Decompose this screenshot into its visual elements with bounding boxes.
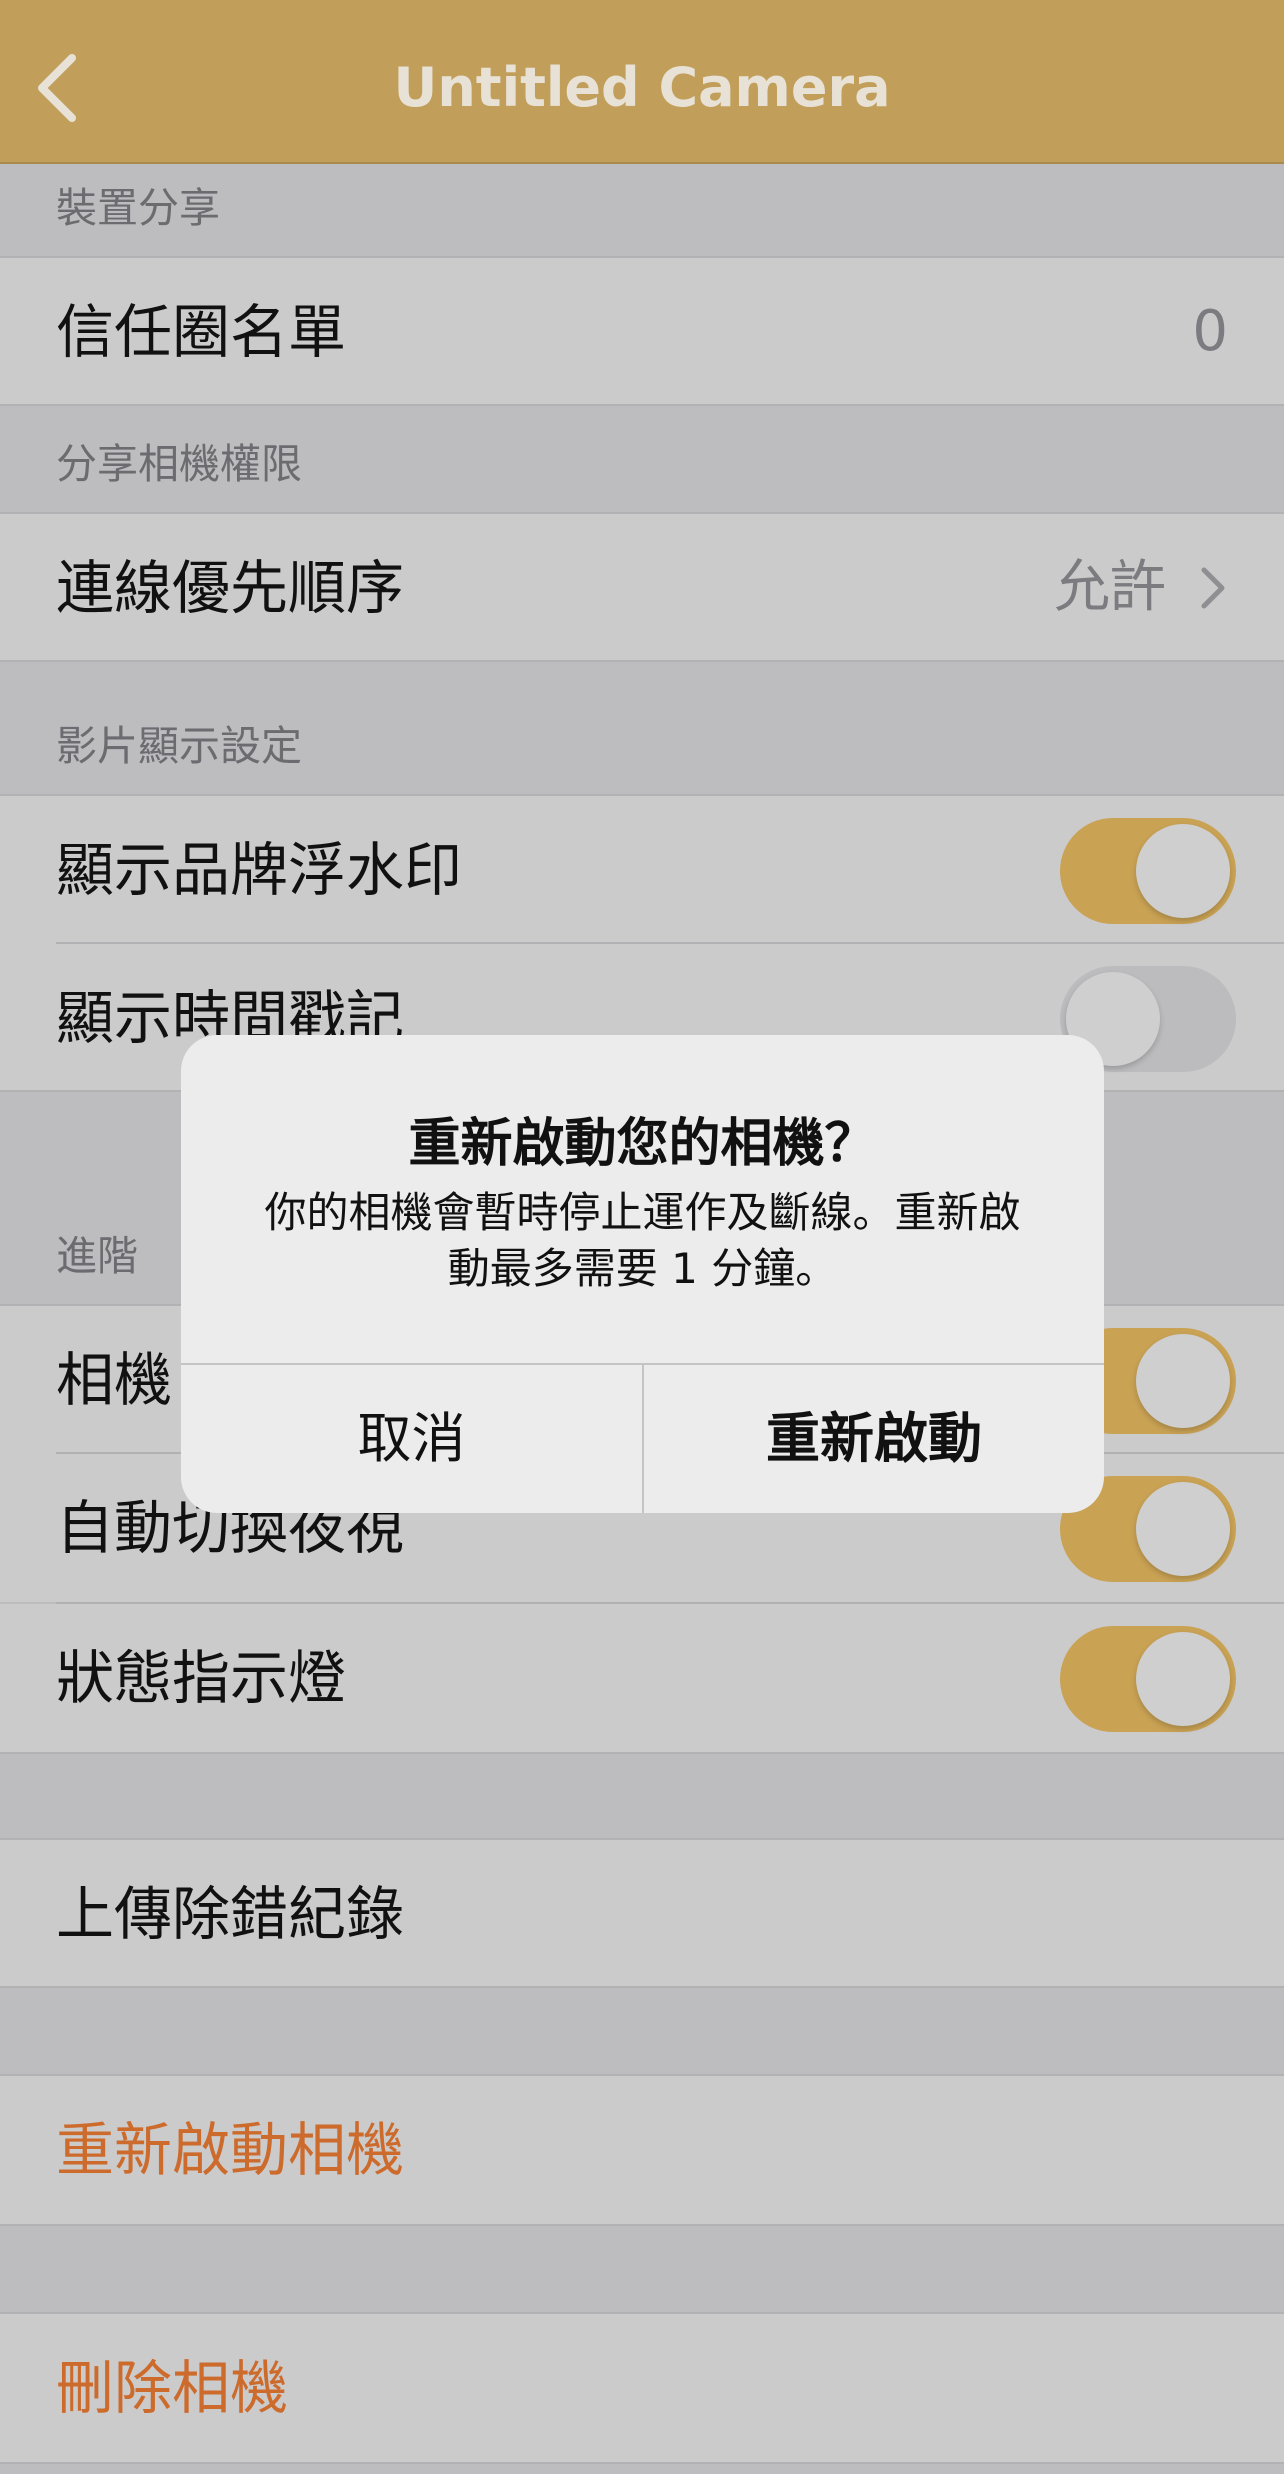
row-label: 刪除相機 xyxy=(56,2354,289,2422)
section-header-device-sharing: 裝置分享 xyxy=(0,164,1284,256)
toggle-knob xyxy=(1136,824,1230,918)
row-label: 顯示品牌浮水印 xyxy=(56,836,463,904)
delete-camera-button[interactable]: 刪除相機 xyxy=(0,2314,1284,2462)
connection-priority-value: 允許 xyxy=(1054,555,1166,620)
dialog-title: 重新啟動您的相機？ xyxy=(408,1114,877,1174)
brand-watermark-toggle[interactable] xyxy=(1060,818,1236,924)
page-title: Untitled Camera xyxy=(393,56,891,119)
divider xyxy=(0,1752,1284,1754)
row-trust-circle[interactable]: 信任圈名單 0 xyxy=(0,258,1284,406)
section-header-share-permissions: 分享相機權限 xyxy=(0,406,1284,512)
row-upload-debug-logs[interactable]: 上傳除錯紀錄 xyxy=(0,1840,1284,1988)
row-label: 狀態指示燈 xyxy=(56,1644,347,1712)
trust-circle-count: 0 xyxy=(1192,299,1228,364)
row-label: 信任圈名單 xyxy=(56,298,347,366)
row-label: 上傳除錯紀錄 xyxy=(56,1880,405,1948)
row-connection-priority[interactable]: 連線優先順序 允許 xyxy=(0,514,1284,662)
toggle-knob xyxy=(1136,1334,1230,1428)
section-header-video-display: 影片顯示設定 xyxy=(0,662,1284,794)
toggle-knob xyxy=(1136,1482,1230,1576)
chevron-right-icon xyxy=(1201,567,1225,609)
divider xyxy=(0,2462,1284,2464)
restart-camera-button[interactable]: 重新啟動相機 xyxy=(0,2076,1284,2224)
restart-confirm-button[interactable]: 重新啟動 xyxy=(644,1365,1104,1513)
divider xyxy=(0,2224,1284,2226)
row-label: 相機 xyxy=(56,1346,173,1414)
row-label: 重新啟動相機 xyxy=(56,2116,405,2184)
cancel-button[interactable]: 取消 xyxy=(181,1365,642,1513)
dialog-message: 你的相機會暫時停止運作及斷線。重新啟動最多需要 1 分鐘。 xyxy=(264,1188,1021,1293)
restart-confirm-dialog: 重新啟動您的相機？ 你的相機會暫時停止運作及斷線。重新啟動最多需要 1 分鐘。 … xyxy=(181,1035,1104,1513)
row-brand-watermark: 顯示品牌浮水印 xyxy=(0,796,1284,944)
row-label: 連線優先順序 xyxy=(56,554,405,622)
row-status-light: 狀態指示燈 xyxy=(0,1604,1284,1752)
status-light-toggle[interactable] xyxy=(1060,1626,1236,1732)
nav-bar: Untitled Camera xyxy=(0,0,1284,164)
toggle-knob xyxy=(1136,1632,1230,1726)
divider xyxy=(0,1986,1284,1988)
